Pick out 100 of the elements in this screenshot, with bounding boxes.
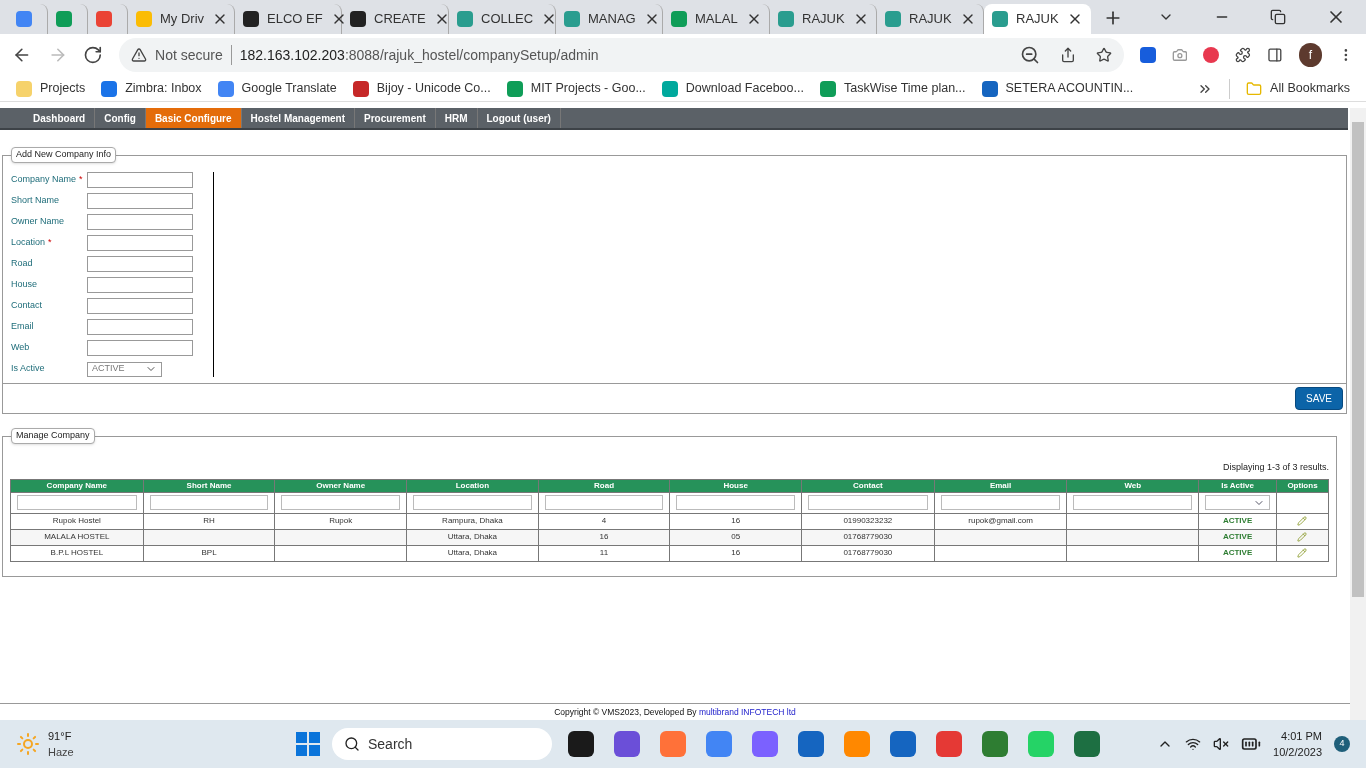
column-header: Location [406, 479, 539, 492]
field-label: Road [11, 257, 33, 271]
field-label: Email [11, 320, 34, 334]
favicon-icon [96, 11, 112, 27]
search-field[interactable]: Search [332, 728, 552, 760]
filter-field[interactable] [413, 495, 532, 510]
select-field[interactable]: ACTIVE [87, 361, 162, 377]
url-text: 182.163.102.203:8088/rajuk_hostel/companySetup/admin [239, 45, 599, 65]
developer-link[interactable]: multibrand INFOTECH ltd [698, 706, 796, 717]
favicon-icon [56, 11, 72, 27]
profile-avatar[interactable]: f [1298, 43, 1323, 67]
field-label: Web [11, 341, 30, 355]
tab-title: MALAL [695, 10, 738, 29]
favicon-icon [243, 11, 259, 27]
wifi-icon[interactable] [1185, 736, 1202, 752]
panel-legend: Manage Company [11, 428, 95, 444]
bookmark-item[interactable]: Zimbra: Inbox [101, 79, 202, 98]
nav-item[interactable]: HRM [435, 108, 478, 128]
nav-item[interactable]: Procurement [355, 108, 436, 128]
column-header: Road [538, 479, 670, 492]
table-cell: 16 [731, 548, 741, 557]
bookmark-item[interactable]: TaskWise Time plan... [819, 79, 966, 98]
filter-field[interactable] [281, 495, 400, 510]
filter-field[interactable] [1073, 495, 1193, 510]
text-field[interactable] [87, 235, 193, 251]
filter-field[interactable] [17, 495, 137, 510]
warning-icon [131, 47, 148, 63]
notification-badge[interactable]: 4 [1334, 736, 1350, 752]
extensions-icon[interactable] [1235, 47, 1251, 63]
table-cell: 01768779030 [843, 532, 893, 541]
tab-title: COLLEC [481, 10, 534, 29]
tab-title: RAJUK [1016, 10, 1059, 29]
text-field[interactable] [87, 193, 193, 209]
text-field[interactable] [87, 298, 193, 314]
extension-icon[interactable] [1139, 47, 1156, 63]
start-icon[interactable] [296, 732, 320, 756]
field-label: Location [11, 236, 46, 250]
table-cell: B.P.L HOSTEL [50, 548, 104, 557]
bookmark-icon [819, 80, 836, 97]
extension-icon[interactable] [1203, 47, 1220, 63]
field-label: Owner Name [11, 215, 64, 229]
bookmark-icon [16, 80, 32, 97]
temperature-text: 91°F [48, 728, 73, 744]
nav-item[interactable]: Hostel Management [241, 108, 356, 128]
required-mark: * [48, 236, 52, 250]
bookmark-item[interactable]: Download Faceboo... [661, 79, 804, 98]
bookmark-icon [981, 80, 998, 97]
address-bar[interactable]: Not secure 182.163.102.203:8088/rajuk_hostel/companySetup/admin [119, 38, 1124, 72]
bookmark-item[interactable]: MIT Projects - Goo... [506, 79, 646, 98]
side-panel-icon[interactable] [1266, 47, 1283, 63]
scrollbar-thumb[interactable] [1352, 122, 1364, 597]
filter-field[interactable] [676, 495, 795, 510]
favicon-icon [778, 11, 794, 27]
favicon-icon [885, 11, 901, 27]
zoom-out-icon[interactable] [1019, 45, 1040, 65]
bookmark-item[interactable]: Bijoy - Unicode Co... [352, 79, 491, 98]
tab-title: CREATE [374, 10, 426, 29]
nav-item[interactable]: Config [95, 108, 146, 128]
panel-legend: Add New Company Info [11, 147, 117, 163]
share-icon[interactable] [1059, 47, 1076, 63]
tab-title: RAJUK [802, 10, 845, 29]
text-field[interactable] [87, 277, 193, 293]
bookmark-item[interactable]: SETERA ACOUNTIN... [981, 79, 1134, 98]
column-header: Options [1276, 479, 1329, 492]
camera-icon[interactable] [1171, 47, 1188, 63]
nav-item[interactable]: Logout (user) [477, 108, 561, 128]
nav-item[interactable]: Dashboard [24, 108, 96, 128]
filter-field[interactable] [544, 495, 664, 510]
filter-field[interactable] [149, 495, 269, 510]
text-field[interactable] [87, 214, 193, 230]
table-cell: rupok@gmail.com [968, 516, 1033, 525]
filter-field[interactable] [808, 495, 928, 510]
restore-icon[interactable] [1270, 9, 1286, 25]
app-icon[interactable] [568, 731, 594, 757]
field-label: House [11, 278, 37, 292]
mute-icon[interactable] [1213, 736, 1230, 752]
favicon-icon [564, 11, 580, 27]
bookmark-item[interactable]: Google Translate [217, 79, 337, 98]
text-field[interactable] [87, 319, 193, 335]
save-button[interactable]: SAVE [1295, 387, 1343, 410]
column-header: Web [1067, 479, 1199, 492]
folder-icon [1246, 80, 1263, 97]
bookmark-item[interactable]: Projects [16, 79, 86, 98]
bookmark-star-icon[interactable] [1095, 47, 1112, 63]
favicon-icon [16, 11, 32, 27]
field-label: Contact [11, 299, 43, 313]
bookmark-item[interactable]: All Bookmarks [1246, 79, 1350, 98]
text-field[interactable] [87, 340, 193, 356]
status-text: ACTIVE [1222, 548, 1253, 557]
favicon-icon [671, 11, 687, 27]
weather-icon [16, 732, 40, 756]
reload-icon[interactable] [83, 45, 104, 65]
bookmark-icon [506, 80, 523, 97]
table-cell: 4 [601, 516, 607, 525]
filter-field[interactable] [940, 495, 1061, 510]
browser-tab[interactable]: RAJUK [984, 4, 1091, 34]
text-field[interactable] [87, 172, 193, 188]
weather-text: Haze [48, 745, 74, 760]
text-field[interactable] [87, 256, 193, 272]
table-cell: 01768779030 [843, 548, 893, 557]
